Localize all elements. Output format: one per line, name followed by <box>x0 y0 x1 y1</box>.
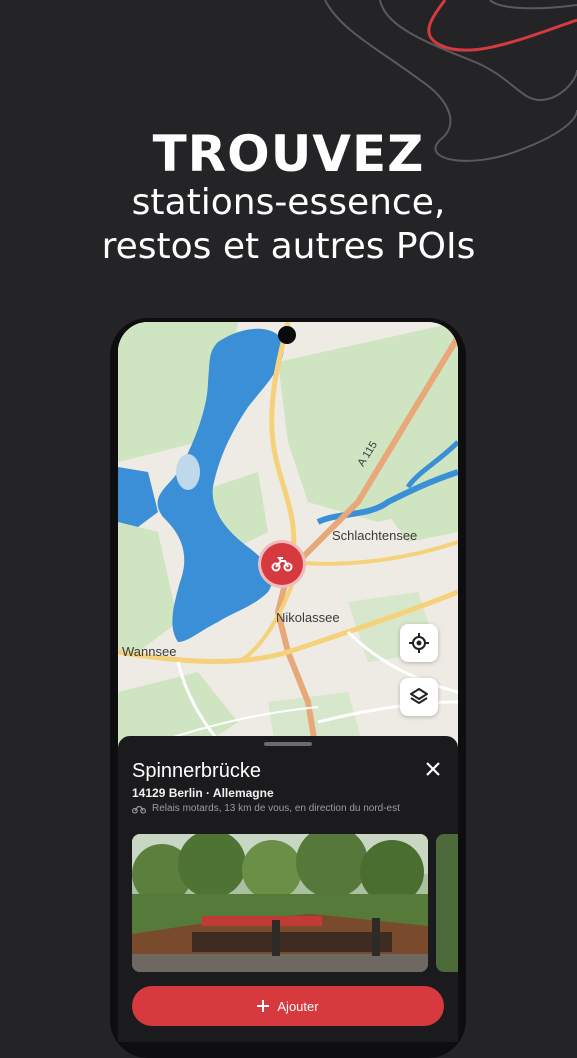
poi-map-marker[interactable] <box>258 540 306 588</box>
front-camera <box>278 326 296 344</box>
poi-photo[interactable] <box>132 834 428 972</box>
layers-icon <box>410 688 428 704</box>
promo-headline: TROUVEZ <box>152 125 425 183</box>
map-layers-button[interactable] <box>400 678 438 716</box>
add-poi-label: Ajouter <box>277 998 319 1014</box>
poi-title: Spinnerbrücke <box>132 760 261 782</box>
poi-bottom-sheet[interactable]: Spinnerbrücke 14129 Berlin · Allemagne R… <box>118 736 458 1042</box>
motorcycle-icon <box>271 557 293 572</box>
poi-address: 14129 Berlin · Allemagne <box>132 786 274 800</box>
close-icon <box>426 762 440 776</box>
locate-icon <box>409 633 429 653</box>
place-label-schlachtensee: Schlachtensee <box>332 528 418 543</box>
plus-icon <box>257 1000 270 1012</box>
promo-subline-1: stations-essence, <box>131 182 446 223</box>
phone-screen: A 115 Schlachtensee Nikolassee Wannsee S… <box>118 322 458 1042</box>
add-poi-button[interactable]: Ajouter <box>132 986 444 1026</box>
sheet-drag-handle[interactable] <box>264 742 312 746</box>
poi-meta-text: Relais motards, 13 km de vous, en direct… <box>152 803 400 814</box>
place-label-wannsee: Wannsee <box>122 644 177 659</box>
motorcycle-icon <box>132 805 146 814</box>
poi-meta: Relais motards, 13 km de vous, en direct… <box>132 803 400 814</box>
promo-subline-2: restos et autres POIs <box>101 226 476 267</box>
poi-photo-next[interactable] <box>436 834 458 972</box>
close-button[interactable] <box>422 758 444 780</box>
place-label-nikolassee: Nikolassee <box>276 610 340 625</box>
locate-button[interactable] <box>400 624 438 662</box>
